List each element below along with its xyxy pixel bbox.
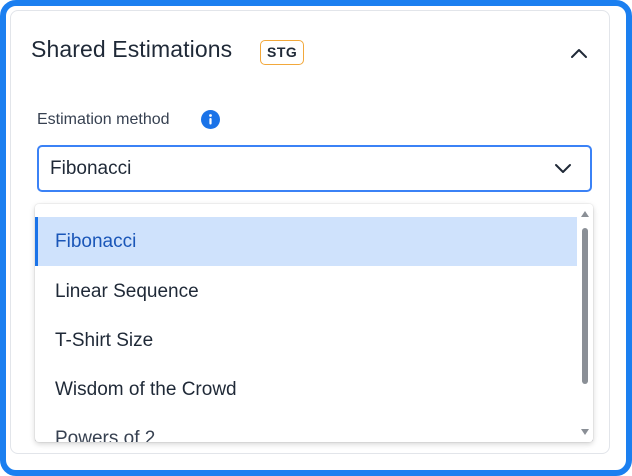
section-title: Shared Estimations (31, 36, 233, 62)
estimation-method-label: Estimation method (37, 111, 170, 128)
select-value: Fibonacci (50, 157, 132, 179)
chevron-up-icon (571, 49, 587, 58)
dropdown-scrollbar[interactable] (577, 204, 593, 442)
scroll-up-arrow-icon[interactable] (580, 210, 590, 218)
option-powers-of-2[interactable]: Powers of 2 (35, 414, 577, 443)
estimation-method-dropdown: Fibonacci Linear Sequence T-Shirt Size W… (35, 204, 593, 442)
settings-card: Shared Estimations STG Estimation method… (10, 10, 610, 454)
option-fibonacci[interactable]: Fibonacci (35, 217, 577, 266)
scrollbar-thumb[interactable] (582, 228, 588, 384)
info-icon[interactable] (201, 110, 220, 129)
option-linear-sequence[interactable]: Linear Sequence (35, 267, 577, 316)
collapse-button[interactable] (567, 42, 591, 64)
environment-badge: STG (260, 40, 305, 65)
option-wisdom-of-the-crowd[interactable]: Wisdom of the Crowd (35, 365, 577, 414)
estimation-method-select[interactable]: Fibonacci (37, 145, 592, 192)
option-t-shirt-size[interactable]: T-Shirt Size (35, 316, 577, 365)
scroll-down-arrow-icon[interactable] (580, 428, 590, 436)
chevron-down-icon (554, 161, 572, 179)
